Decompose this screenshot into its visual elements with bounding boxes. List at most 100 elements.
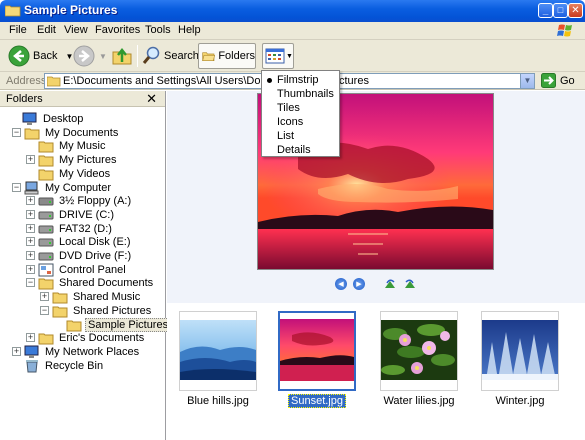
thumbnail-label-blue-hills: Blue hills.jpg xyxy=(187,395,249,407)
menu-favorites[interactable]: Favorites xyxy=(95,24,140,36)
up-folder-button[interactable] xyxy=(111,43,133,69)
tree-item[interactable]: + Local Disk (E:) xyxy=(26,235,133,249)
tree-item-label: DRIVE (C:) xyxy=(59,208,114,221)
tree-item[interactable]: Sample Pictures xyxy=(66,317,172,332)
blue-hills-picture xyxy=(180,320,256,380)
thumbnail-label-water-lilies: Water lilies.jpg xyxy=(383,395,455,407)
expand-icon[interactable]: + xyxy=(12,346,21,356)
tree-item[interactable]: + Eric's Documents xyxy=(26,331,146,345)
tree-item[interactable]: +3½ Floppy (A:) xyxy=(26,194,133,208)
thumbnail-water-lilies[interactable] xyxy=(380,311,458,391)
thumbnail-blue-hills[interactable] xyxy=(179,311,257,391)
tree-item-label: My Music xyxy=(59,140,106,153)
expand-icon[interactable]: + xyxy=(26,264,35,274)
menu-bar: File Edit View Favorites Tools Help xyxy=(0,22,585,40)
music-folder-icon xyxy=(52,292,68,304)
title-bar[interactable]: Sample Pictures _ □ ✕ xyxy=(0,0,585,22)
tree-item[interactable]: − Shared Documents xyxy=(26,276,155,290)
drive-icon xyxy=(38,211,54,220)
tree-item[interactable]: − My Computer xyxy=(12,181,113,195)
expand-icon[interactable]: + xyxy=(26,155,35,165)
tree-item[interactable]: − My Documents xyxy=(12,126,120,140)
folder-icon xyxy=(47,76,61,87)
sunset-picture xyxy=(280,319,354,381)
tree-item-label: My Network Places xyxy=(45,345,140,358)
tree-item[interactable]: + Shared Music xyxy=(40,290,142,304)
filmstrip-navigation: ◀ ▶ xyxy=(335,278,417,290)
menu-edit[interactable]: Edit xyxy=(37,24,56,36)
videos-folder-icon xyxy=(38,169,54,181)
menu-view[interactable]: View xyxy=(64,24,88,36)
thumbnail-winter[interactable] xyxy=(481,311,559,391)
expand-icon[interactable]: + xyxy=(26,251,35,260)
search-button[interactable]: Search xyxy=(141,43,199,69)
drive-icon xyxy=(38,238,54,247)
folder-open-icon xyxy=(38,278,54,290)
views-menu-filmstrip[interactable]: Filmstrip xyxy=(277,74,319,86)
expand-icon[interactable]: + xyxy=(40,292,49,302)
tree-item-label: Local Disk (E:) xyxy=(59,236,131,249)
pictures-folder-icon xyxy=(38,155,54,167)
tree-item[interactable]: Desktop xyxy=(22,112,85,126)
my-documents-icon xyxy=(24,128,40,140)
collapse-icon[interactable]: − xyxy=(26,278,35,288)
windows-logo-icon xyxy=(557,24,572,37)
views-menu-icons[interactable]: Icons xyxy=(277,116,303,128)
thumbnail-sunset[interactable] xyxy=(278,311,356,391)
views-menu-thumbnails[interactable]: Thumbnails xyxy=(277,88,334,100)
tree-item[interactable]: + My Network Places xyxy=(12,345,141,359)
next-image-button[interactable]: ▶ xyxy=(353,278,365,290)
menu-file[interactable]: File xyxy=(9,24,27,36)
close-button[interactable]: ✕ xyxy=(568,3,583,18)
rotate-counterclockwise-icon[interactable] xyxy=(403,278,417,290)
folders-pane: Folders ✕ Desktop − My Documents My Music + M… xyxy=(0,91,172,440)
views-menu-tiles[interactable]: Tiles xyxy=(277,102,300,114)
tree-item-label: Recycle Bin xyxy=(45,359,104,372)
tree-item[interactable]: My Videos xyxy=(38,167,112,181)
expand-icon[interactable]: + xyxy=(26,196,35,206)
collapse-icon[interactable]: − xyxy=(12,127,21,137)
tree-item-label: My Documents xyxy=(45,126,119,139)
expand-icon[interactable]: + xyxy=(26,223,35,233)
address-dropdown-arrow-icon[interactable]: ▼ xyxy=(520,74,534,88)
menu-help[interactable]: Help xyxy=(178,24,201,36)
my-computer-icon xyxy=(24,181,39,194)
tree-item-label: My Computer xyxy=(45,181,112,194)
views-menu-details[interactable]: Details xyxy=(277,144,311,156)
expand-icon[interactable]: + xyxy=(26,333,35,343)
forward-button[interactable]: ▼ xyxy=(73,43,107,69)
views-icon xyxy=(265,48,285,64)
back-button[interactable]: Back ▼ xyxy=(8,43,73,69)
main-content: ◀ ▶ Blue hills.jpg Sunset.jpg Water lili… xyxy=(167,91,585,440)
tree-item[interactable]: + DVD Drive (F:) xyxy=(26,249,133,263)
go-button[interactable]: Go xyxy=(541,73,575,88)
tree-item[interactable]: + FAT32 (D:) xyxy=(26,222,114,236)
tree-item[interactable]: My Music xyxy=(38,139,107,153)
tree-item[interactable]: + Control Panel xyxy=(26,263,128,277)
views-dropdown-arrow-icon: ▼ xyxy=(286,52,293,60)
collapse-icon[interactable]: − xyxy=(12,182,21,192)
menu-tools[interactable]: Tools xyxy=(145,24,171,36)
expand-icon[interactable]: + xyxy=(26,209,35,219)
back-label: Back xyxy=(33,50,58,62)
folder-open-icon xyxy=(66,320,82,331)
previous-image-button[interactable]: ◀ xyxy=(335,278,347,290)
expand-icon[interactable]: + xyxy=(26,237,35,247)
minimize-button[interactable]: _ xyxy=(538,3,553,18)
tree-item[interactable]: + My Pictures xyxy=(26,153,118,167)
tree-item-label: 3½ Floppy (A:) xyxy=(59,195,132,208)
folders-button[interactable]: Folders xyxy=(198,43,256,69)
tree-item[interactable]: − Shared Pictures xyxy=(40,304,153,318)
floppy-icon xyxy=(38,197,54,206)
forward-dropdown-arrow-icon[interactable]: ▼ xyxy=(99,52,107,61)
views-menu-list[interactable]: List xyxy=(277,130,294,142)
rotate-clockwise-icon[interactable] xyxy=(383,278,397,290)
network-places-icon xyxy=(24,345,39,358)
collapse-icon[interactable]: − xyxy=(40,305,49,315)
maximize-button[interactable]: □ xyxy=(553,3,568,18)
views-button[interactable]: ▼ xyxy=(262,43,294,69)
folders-pane-close-icon[interactable]: ✕ xyxy=(146,91,157,107)
tree-item[interactable]: + DRIVE (C:) xyxy=(26,208,116,222)
tree-item[interactable]: Recycle Bin xyxy=(24,359,105,373)
search-label: Search xyxy=(164,50,199,62)
